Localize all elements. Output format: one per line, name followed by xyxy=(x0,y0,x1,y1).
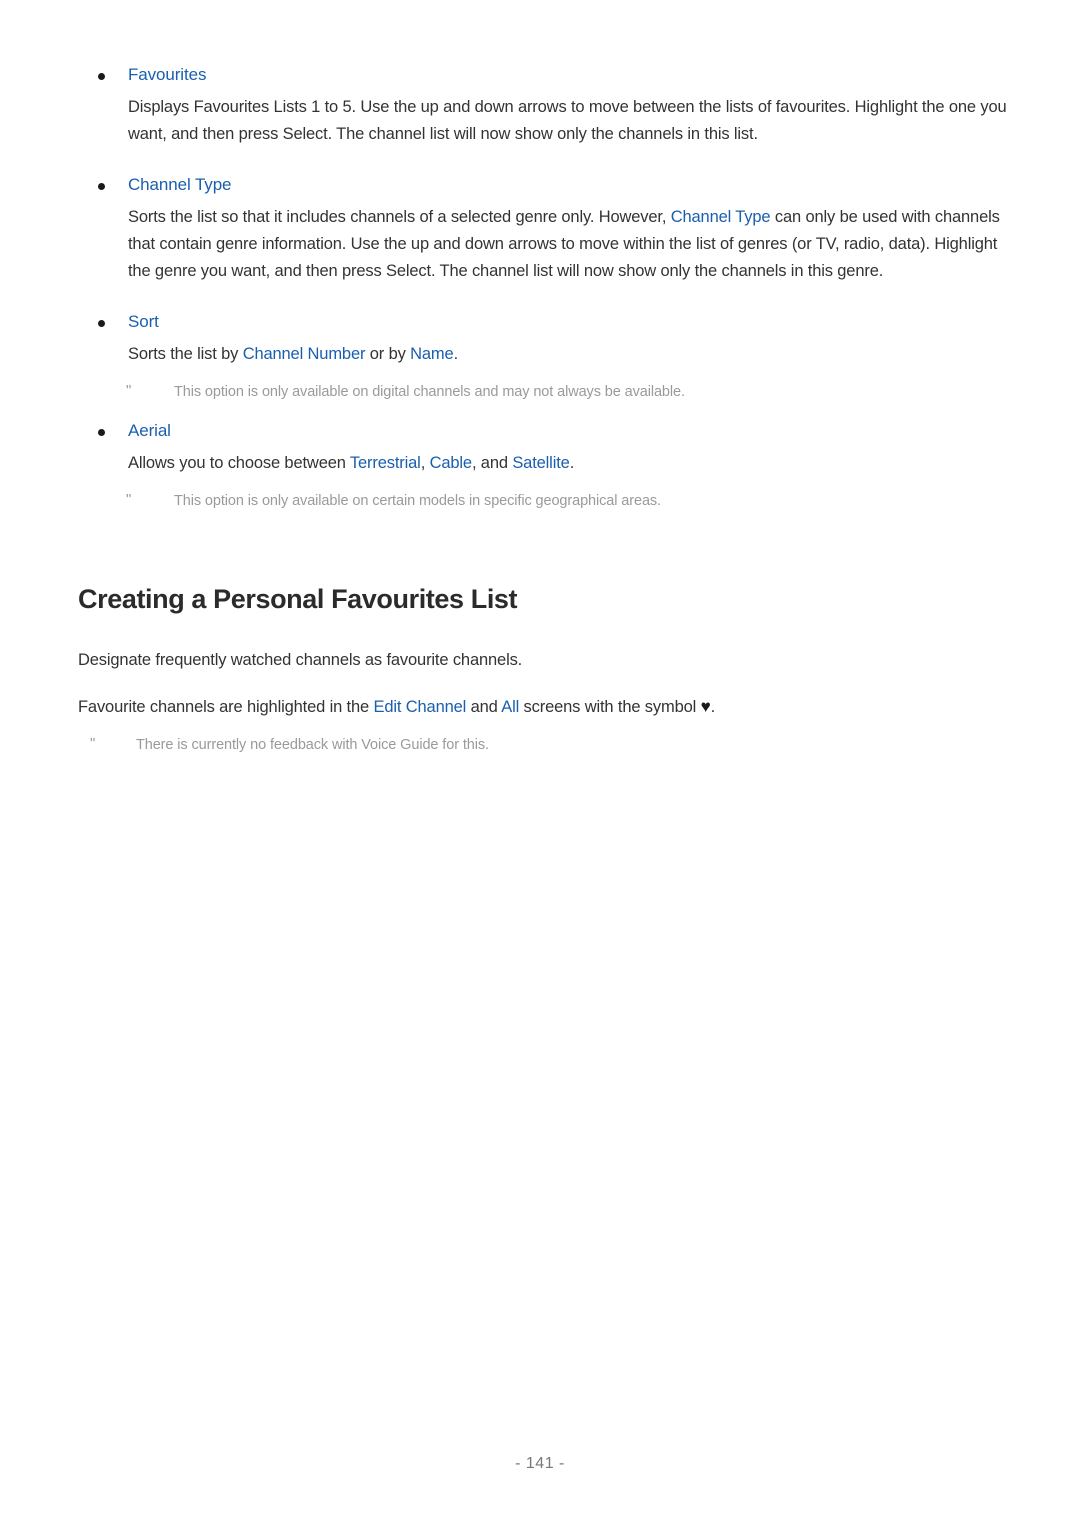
text-segment: , and xyxy=(471,454,513,472)
page-content: Favourites Displays Favourites Lists 1 t… xyxy=(78,62,1008,757)
option-description-sort: Sorts the list by Channel Number or by N… xyxy=(78,341,1008,368)
text-segment: Sorts the list so that it includes chann… xyxy=(128,208,671,226)
option-item-sort: Sort xyxy=(78,309,1008,335)
option-description-aerial: Allows you to choose between Terrestrial… xyxy=(78,450,1008,477)
note-text: This option is only available on certain… xyxy=(174,493,661,509)
text-segment: . xyxy=(710,698,716,716)
option-description-favourites: Displays Favourites Lists 1 to 5. Use th… xyxy=(128,98,1007,143)
inline-link-all: All xyxy=(501,698,520,716)
bullet-dot-icon xyxy=(98,183,105,190)
text-segment: , xyxy=(420,454,430,472)
note-quote-icon: " xyxy=(90,735,96,752)
inline-link-edit-channel: Edit Channel xyxy=(373,698,467,716)
option-description-channel-type: Sorts the list so that it includes chann… xyxy=(78,204,1008,285)
note-quote-icon: " xyxy=(126,491,132,508)
inline-link-cable: Cable xyxy=(429,454,473,472)
option-label-aerial: Aerial xyxy=(128,421,171,440)
text-segment: and xyxy=(466,698,502,716)
text-segment: Sorts the list by xyxy=(128,345,243,363)
inline-link-name: Name xyxy=(410,345,454,363)
option-label-favourites: Favourites xyxy=(128,65,207,84)
text-segment: . xyxy=(569,454,575,472)
inline-link-channel-type: Channel Type xyxy=(670,208,771,226)
text-segment: . xyxy=(453,345,459,363)
option-item-channel-type: Channel Type xyxy=(78,172,1008,198)
note-quote-icon: " xyxy=(126,382,132,399)
bullet-dot-icon xyxy=(98,73,105,80)
inline-link-terrestrial: Terrestrial xyxy=(349,454,421,472)
note-sort-availability: " This option is only available on digit… xyxy=(78,380,1008,404)
bullet-dot-icon xyxy=(98,429,105,436)
page-title: Creating a Personal Favourites List xyxy=(78,584,518,614)
heart-icon: ♥ xyxy=(700,697,711,716)
text-segment: Allows you to choose between xyxy=(128,454,350,472)
page-number-footer: - 141 - xyxy=(515,1455,565,1472)
section-paragraph-2: Favourite channels are highlighted in th… xyxy=(78,694,1008,721)
text-segment: Favourite channels are highlighted in th… xyxy=(78,698,374,716)
text-segment: or by xyxy=(365,345,411,363)
note-voice-guide: " There is currently no feedback with Vo… xyxy=(78,733,1008,757)
option-label-sort: Sort xyxy=(128,312,159,331)
document-page: Favourites Displays Favourites Lists 1 t… xyxy=(0,0,1080,1527)
note-text: There is currently no feedback with Voic… xyxy=(136,737,489,753)
inline-link-channel-number: Channel Number xyxy=(242,345,366,363)
note-aerial-availability: " This option is only available on certa… xyxy=(78,489,1008,513)
section-paragraph-1: Designate frequently watched channels as… xyxy=(78,651,523,669)
option-item-favourites: Favourites xyxy=(78,62,1008,88)
option-label-channel-type: Channel Type xyxy=(128,175,232,194)
inline-link-satellite: Satellite xyxy=(512,454,570,472)
note-text: This option is only available on digital… xyxy=(174,384,685,400)
text-segment: screens with the symbol xyxy=(519,698,701,716)
bullet-dot-icon xyxy=(98,320,105,327)
option-item-aerial: Aerial xyxy=(78,418,1008,444)
